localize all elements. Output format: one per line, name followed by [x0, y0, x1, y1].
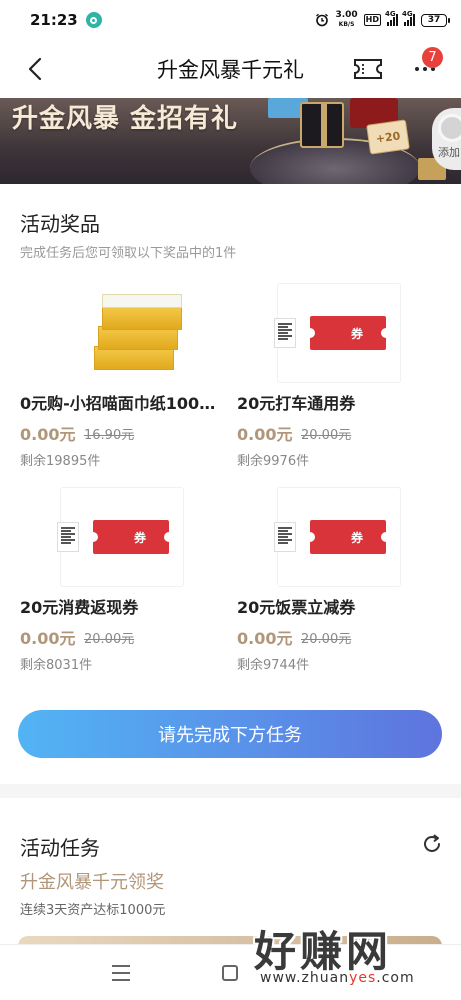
- prize-original-price: 16.90元: [84, 428, 135, 443]
- prize-name: 20元消费返现券: [20, 598, 139, 617]
- prize-original-price: 20.00元: [301, 428, 352, 443]
- prize-original-price: 20.00元: [301, 632, 352, 647]
- prize-section-title: 活动奖品: [20, 212, 100, 236]
- prize-stock: 剩余8031件: [20, 658, 93, 673]
- prize-section: 活动奖品 完成任务后您可领取以下奖品中的1件 0元购-小招喵面巾纸1000...…: [0, 184, 461, 784]
- prize-name: 20元饭票立减券: [237, 598, 356, 617]
- prize-image: 券: [274, 284, 400, 382]
- coupon-icon: 券: [57, 520, 171, 554]
- prize-image: [73, 284, 195, 382]
- prize-image: 券: [274, 488, 400, 586]
- network-speed: 3.00 KB/S: [335, 11, 357, 29]
- status-bar: 21:23 3.00 KB/S HD 4G 4G 37: [0, 0, 461, 40]
- signal-icon: 4G: [385, 10, 398, 26]
- more-dot-icon: [423, 67, 427, 71]
- prize-name: 20元打车通用券: [237, 394, 356, 413]
- task-section: 活动任务 升金风暴千元领奖 连续3天资产达标1000元: [0, 798, 461, 958]
- coupon-label: 券: [308, 520, 388, 554]
- prize-stock: 剩余9744件: [237, 658, 310, 673]
- prize-card[interactable]: 券 20元打车通用券 0.00元 20.00元 剩余9976件: [237, 284, 447, 474]
- back-button[interactable]: [0, 40, 70, 98]
- add-icon: [438, 114, 461, 142]
- coupon-icon: 券: [274, 520, 388, 554]
- prize-section-subtitle: 完成任务后您可领取以下奖品中的1件: [20, 246, 237, 261]
- prize-price: 0.00元: [237, 425, 293, 444]
- prize-stock: 剩余19895件: [20, 454, 101, 469]
- notification-badge: 7: [422, 47, 443, 68]
- signal-icon: 4G: [402, 10, 415, 26]
- prize-image: 券: [57, 488, 183, 586]
- complete-tasks-button[interactable]: 请先完成下方任务: [18, 710, 442, 758]
- menu-icon[interactable]: [112, 965, 130, 981]
- task-section-title: 活动任务: [20, 836, 100, 860]
- network-speed-unit: KB/S: [338, 21, 355, 28]
- prize-price: 0.00元: [20, 629, 76, 648]
- section-divider: [0, 784, 461, 798]
- prize-price: 0.00元: [237, 629, 293, 648]
- banner-coupon: +20: [366, 119, 410, 155]
- tissue-box-icon: [94, 294, 182, 372]
- prize-original-price: 20.00元: [84, 632, 135, 647]
- hd-badge: HD: [363, 14, 381, 26]
- status-indicators: 3.00 KB/S HD 4G 4G 37: [315, 10, 450, 29]
- gift-box-icon: [300, 102, 344, 148]
- prize-stock: 剩余9976件: [237, 454, 310, 469]
- task-name: 升金风暴千元领奖: [20, 872, 164, 893]
- home-icon[interactable]: [222, 965, 238, 981]
- network-type-2: 4G: [402, 10, 413, 18]
- refresh-icon[interactable]: [420, 832, 444, 856]
- prize-name: 0元购-小招喵面巾纸1000...: [20, 394, 225, 413]
- system-nav-bar: [0, 944, 461, 1000]
- banner-headline: 升金风暴 金招有礼: [12, 104, 239, 134]
- promo-banner: 升金风暴 金招有礼 +20: [0, 98, 461, 184]
- battery-icon: 37: [421, 13, 450, 27]
- add-shortcut-label: 添加: [438, 146, 460, 159]
- more-dot-icon: [415, 67, 419, 71]
- add-shortcut-button[interactable]: 添加: [432, 108, 461, 170]
- coupon-label: 券: [91, 520, 171, 554]
- prize-card[interactable]: 0元购-小招喵面巾纸1000... 0.00元 16.90元 剩余19895件: [20, 284, 230, 474]
- prize-card[interactable]: 券 20元饭票立减券 0.00元 20.00元 剩余9744件: [237, 488, 447, 678]
- network-speed-value: 3.00: [335, 10, 358, 20]
- coupon-icon: 券: [274, 316, 388, 350]
- chat-app-icon: [85, 12, 102, 28]
- prize-card[interactable]: 券 20元消费返现券 0.00元 20.00元 剩余8031件: [20, 488, 230, 678]
- nav-bar: 升金风暴千元礼: [0, 40, 461, 98]
- chevron-left-icon: [28, 57, 42, 81]
- coupon-label: 券: [308, 316, 388, 350]
- ticket-icon[interactable]: [352, 56, 384, 82]
- network-type-1: 4G: [385, 10, 396, 18]
- status-time: 21:23: [30, 11, 78, 29]
- task-description: 连续3天资产达标1000元: [20, 903, 166, 918]
- prize-price: 0.00元: [20, 425, 76, 444]
- alarm-icon: [316, 13, 329, 27]
